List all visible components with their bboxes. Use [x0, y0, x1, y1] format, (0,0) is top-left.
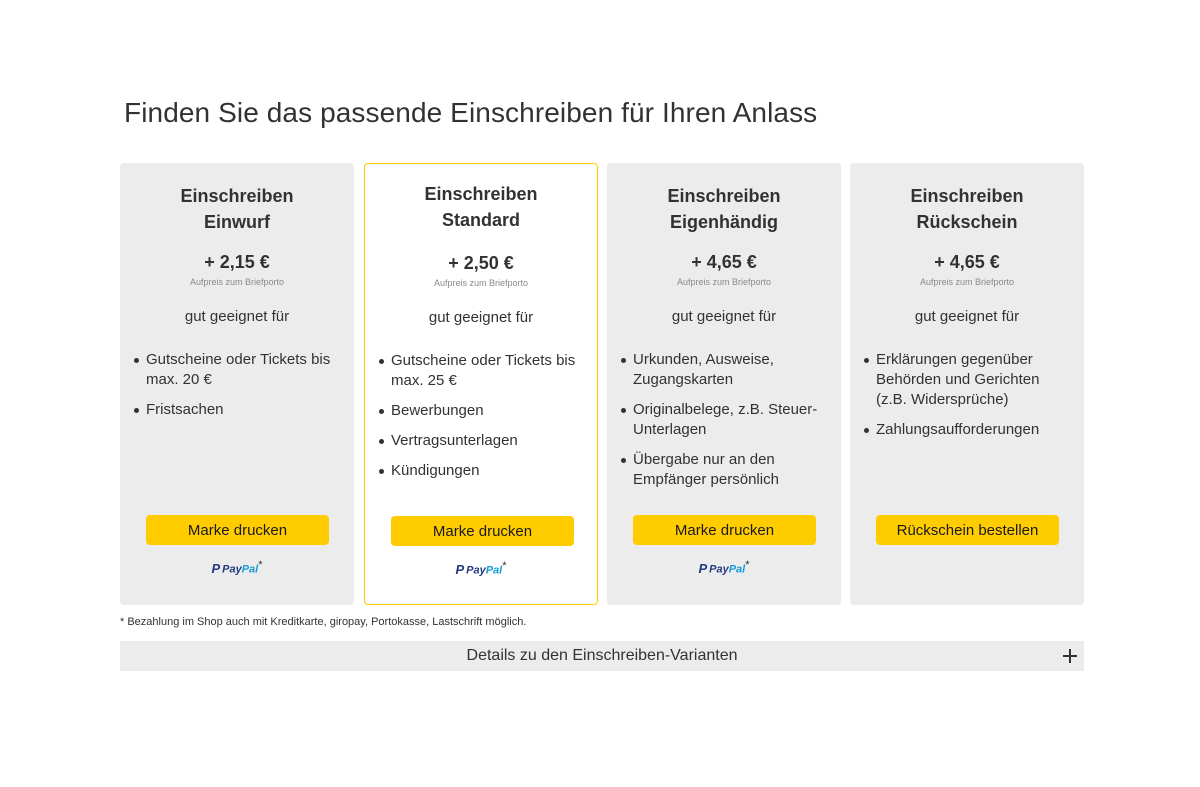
card-eigenhaendig: Einschreiben Eigenhändig + 4,65 € Aufpre…	[607, 163, 841, 605]
payment-footnote: * Bezahlung im Shop auch mit Kreditkarte…	[120, 616, 527, 628]
suited-label: gut geeignet für	[914, 308, 1020, 325]
print-stamp-button[interactable]: Marke drucken	[146, 515, 329, 545]
price-note: Aufpreis zum Briefporto	[676, 277, 772, 287]
page-title: Finden Sie das passende Einschreiben für…	[124, 97, 818, 128]
price: + 4,65 €	[934, 252, 1000, 272]
plus-icon[interactable]	[1063, 649, 1077, 663]
price: + 2,50 €	[448, 253, 514, 273]
list-item: Kündigungen	[379, 461, 587, 481]
list-item: Zahlungsaufforderungen	[864, 420, 1074, 440]
paypal-logo: P PayPal*	[455, 560, 507, 577]
card-standard: Einschreiben Standard + 2,50 € Aufpreis …	[364, 163, 598, 605]
paypal-logo: P PayPal*	[698, 559, 750, 576]
print-stamp-button[interactable]: Marke drucken	[391, 516, 574, 546]
card-title: Einschreiben Eigenhändig	[667, 186, 781, 232]
paypal-logo-icon: P	[455, 561, 465, 577]
print-stamp-button[interactable]: Marke drucken	[633, 515, 816, 545]
feature-list: Gutscheine oder Tickets bis max. 20 € Fr…	[134, 350, 344, 430]
suited-label: gut geeignet für	[428, 309, 534, 326]
card-einwurf: Einschreiben Einwurf + 2,15 € Aufpreis z…	[120, 163, 354, 605]
list-item: Erklärungen gegenüber Behörden und Geric…	[864, 350, 1074, 410]
paypal-logo-icon: P	[211, 560, 221, 576]
card-title: Einschreiben Einwurf	[180, 186, 294, 232]
paypal-logo-icon: P	[698, 560, 708, 576]
price-note: Aufpreis zum Briefporto	[919, 277, 1015, 287]
list-item: Vertragsunterlagen	[379, 431, 587, 451]
feature-list: Gutscheine oder Tickets bis max. 25 € Be…	[379, 351, 587, 491]
list-item: Urkunden, Ausweise, Zugangskarten	[621, 350, 831, 390]
list-item: Fristsachen	[134, 400, 344, 420]
suited-label: gut geeignet für	[184, 308, 290, 325]
order-return-receipt-button[interactable]: Rückschein bestellen	[876, 515, 1059, 545]
feature-list: Erklärungen gegenüber Behörden und Geric…	[864, 350, 1074, 450]
price: + 4,65 €	[691, 252, 757, 272]
list-item: Originalbelege, z.B. Steuer-Unterlagen	[621, 400, 831, 440]
details-label: Details zu den Einschreiben-Varianten	[466, 647, 738, 664]
product-cards: Einschreiben Einwurf + 2,15 € Aufpreis z…	[120, 163, 1084, 605]
suited-label: gut geeignet für	[671, 308, 777, 325]
card-rueckschein: Einschreiben Rückschein + 4,65 € Aufprei…	[850, 163, 1084, 605]
details-accordion[interactable]: Details zu den Einschreiben-Varianten	[120, 641, 1084, 671]
card-title: Einschreiben Standard	[424, 184, 538, 230]
list-item: Übergabe nur an den Empfänger persönlich	[621, 450, 831, 490]
feature-list: Urkunden, Ausweise, Zugangskarten Origin…	[621, 350, 831, 500]
list-item: Bewerbungen	[379, 401, 587, 421]
price-note: Aufpreis zum Briefporto	[433, 278, 529, 288]
list-item: Gutscheine oder Tickets bis max. 25 €	[379, 351, 587, 391]
paypal-logo: P PayPal*	[211, 559, 263, 576]
price: + 2,15 €	[204, 252, 270, 272]
card-title: Einschreiben Rückschein	[910, 186, 1024, 232]
list-item: Gutscheine oder Tickets bis max. 20 €	[134, 350, 344, 390]
price-note: Aufpreis zum Briefporto	[189, 277, 285, 287]
